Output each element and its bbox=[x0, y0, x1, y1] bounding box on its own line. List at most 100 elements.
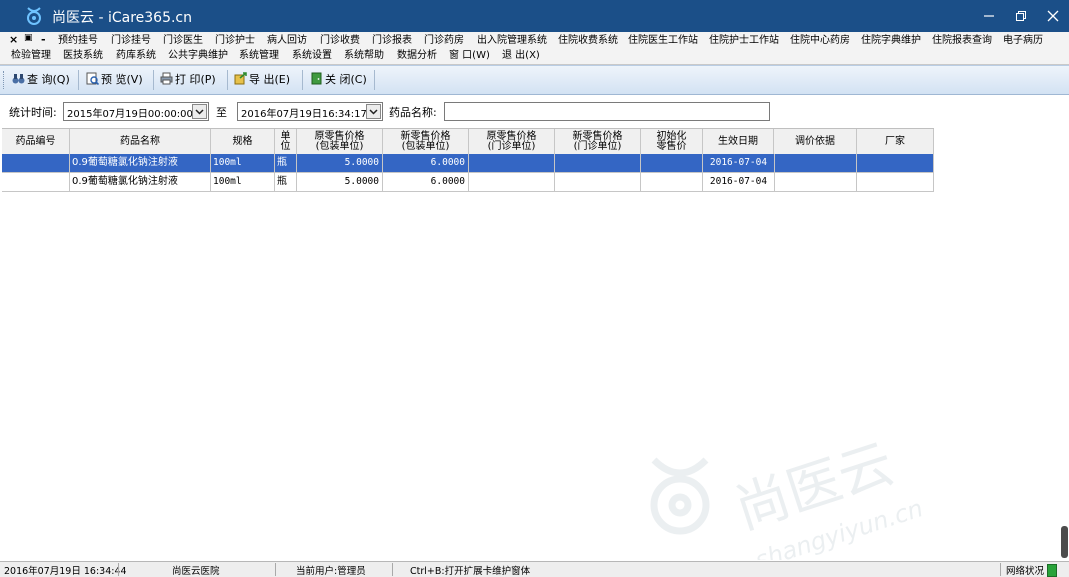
export-button[interactable]: 导 出(E) bbox=[234, 70, 290, 90]
menu-item[interactable]: 门诊护士 bbox=[215, 33, 255, 48]
cell-drug-code bbox=[2, 154, 70, 172]
restore-icon bbox=[1016, 11, 1026, 21]
col-new-price-clinic[interactable]: 新零售价格 (门诊单位) bbox=[555, 129, 641, 154]
menu-item[interactable]: 数据分析 bbox=[397, 48, 437, 63]
cell-effective-date: 2016-07-04 bbox=[703, 154, 775, 172]
toolbar-separator bbox=[302, 70, 303, 90]
menu-item[interactable]: 退 出(X) bbox=[502, 48, 540, 63]
cell-unit: 瓶 bbox=[275, 154, 297, 172]
col-unit[interactable]: 单 位 bbox=[275, 129, 297, 154]
export-icon bbox=[234, 72, 247, 85]
query-button[interactable]: 查 询(Q) bbox=[12, 70, 70, 90]
col-manufacturer[interactable]: 厂家 bbox=[857, 129, 934, 154]
menu-item[interactable]: 住院字典维护 bbox=[861, 33, 921, 48]
menu-item[interactable]: 住院护士工作站 bbox=[709, 33, 779, 48]
status-hospital: 尚医云医院 bbox=[172, 566, 220, 577]
preview-button[interactable]: 预 览(V) bbox=[86, 70, 143, 90]
close-window-button[interactable]: 关 闭(C) bbox=[310, 70, 367, 90]
cell-spec: 100ml bbox=[211, 154, 275, 172]
watermark-logo: 尚医云 shangyiyun.cn bbox=[650, 431, 926, 560]
start-datetime-value: 2015年07月19日00:00:00 bbox=[67, 109, 193, 120]
cell-manufacturer bbox=[857, 173, 934, 191]
status-bar: 2016年07月19日 16:34:44 尚医云医院 当前用户:管理员 Ctrl… bbox=[0, 561, 1069, 577]
drug-name-input[interactable] bbox=[444, 102, 770, 121]
close-button[interactable] bbox=[1037, 0, 1069, 32]
cell-old-price-clinic bbox=[469, 173, 555, 191]
cell-old-price-clinic bbox=[469, 154, 555, 172]
table-row[interactable]: 0.9葡萄糖氯化钠注射液 100ml 瓶 5.0000 6.0000 2016-… bbox=[2, 173, 934, 192]
print-button[interactable]: 打 印(P) bbox=[160, 70, 216, 90]
end-dropdown-button[interactable] bbox=[366, 104, 381, 119]
col-initial-price[interactable]: 初始化 零售价 bbox=[641, 129, 703, 154]
end-datetime-value: 2016年07月19日16:34:17 bbox=[241, 109, 367, 120]
menu-item[interactable]: 检验管理 bbox=[11, 48, 51, 63]
menu-item[interactable]: 系统帮助 bbox=[344, 48, 384, 63]
start-dropdown-button[interactable] bbox=[192, 104, 207, 119]
maximize-button[interactable] bbox=[1005, 0, 1037, 32]
cell-basis bbox=[774, 154, 857, 172]
mdi-restore-icon[interactable]: ▣ bbox=[24, 33, 33, 43]
app-logo-icon bbox=[27, 7, 41, 25]
menu-item[interactable]: 住院中心药房 bbox=[790, 33, 850, 48]
to-label: 至 bbox=[216, 106, 227, 119]
status-separator bbox=[1000, 563, 1001, 576]
cell-drug-code bbox=[2, 173, 70, 191]
binoculars-icon bbox=[12, 74, 25, 84]
menu-item[interactable]: 出入院管理系统 bbox=[477, 33, 547, 48]
menu-item[interactable]: 窗 口(W) bbox=[449, 48, 490, 63]
preview-label: 预 览(V) bbox=[101, 73, 143, 86]
col-old-price-clinic[interactable]: 原零售价格 (门诊单位) bbox=[469, 129, 555, 154]
menu-item[interactable]: 公共字典维护 bbox=[168, 48, 228, 63]
cell-old-price-pack: 5.0000 bbox=[297, 173, 383, 191]
menu-item[interactable]: 住院收费系统 bbox=[558, 33, 618, 48]
cell-unit: 瓶 bbox=[275, 173, 297, 191]
menu-item[interactable]: 门诊挂号 bbox=[111, 33, 151, 48]
col-old-price-pack[interactable]: 原零售价格 (包装单位) bbox=[297, 129, 383, 154]
status-separator bbox=[118, 563, 119, 576]
col-drug-name[interactable]: 药品名称 bbox=[70, 129, 211, 154]
toolbar-grip[interactable] bbox=[3, 71, 7, 89]
menu-item[interactable]: 药库系统 bbox=[116, 48, 156, 63]
menu-item[interactable]: 门诊报表 bbox=[372, 33, 412, 48]
menu-item[interactable]: 病人回访 bbox=[267, 33, 307, 48]
menu-item[interactable]: 系统管理 bbox=[239, 48, 279, 63]
stat-time-label: 统计时间: bbox=[9, 106, 57, 119]
menu-item[interactable]: 电子病历 bbox=[1003, 33, 1043, 48]
chevron-down-icon bbox=[195, 109, 204, 115]
menu-item[interactable]: 系统设置 bbox=[292, 48, 332, 63]
menu-bar: × ▣ - 预约挂号 门诊挂号 门诊医生 门诊护士 病人回访 门诊收费 门诊报表… bbox=[0, 32, 1069, 65]
mdi-minimize-icon[interactable]: - bbox=[41, 33, 46, 46]
cell-old-price-pack: 5.0000 bbox=[297, 154, 383, 172]
table-row[interactable]: 0.9葡萄糖氯化钠注射液 100ml 瓶 5.0000 6.0000 2016-… bbox=[2, 154, 934, 173]
col-spec[interactable]: 规格 bbox=[211, 129, 275, 154]
table-header: 药品编号 药品名称 规格 单 位 原零售价格 (包装单位) 新零售价格 (包装单… bbox=[2, 128, 934, 155]
cell-initial-price bbox=[641, 154, 703, 172]
print-label: 打 印(P) bbox=[175, 73, 216, 86]
title-bar: 尚医云 - iCare365.cn bbox=[0, 0, 1069, 32]
status-datetime: 2016年07月19日 16:34:44 bbox=[4, 566, 127, 577]
chevron-down-icon bbox=[369, 109, 378, 115]
menu-item[interactable]: 门诊药房 bbox=[424, 33, 464, 48]
col-basis[interactable]: 调价依据 bbox=[774, 129, 857, 154]
cell-effective-date: 2016-07-04 bbox=[703, 173, 775, 191]
status-hint: Ctrl+B:打开扩展卡维护窗体 bbox=[410, 566, 531, 577]
col-effective-date[interactable]: 生效日期 bbox=[703, 129, 774, 154]
cell-spec: 100ml bbox=[211, 173, 275, 191]
close-window-label: 关 闭(C) bbox=[325, 73, 367, 86]
menu-item[interactable]: 门诊收费 bbox=[320, 33, 360, 48]
end-datetime-picker[interactable]: 2016年07月19日16:34:17 bbox=[237, 102, 383, 121]
mdi-close-icon[interactable]: × bbox=[9, 33, 18, 46]
toolbar-separator bbox=[153, 70, 154, 90]
menu-item[interactable]: 医技系统 bbox=[63, 48, 103, 63]
scroll-handle[interactable] bbox=[1061, 526, 1068, 558]
minimize-button[interactable] bbox=[973, 0, 1005, 32]
menu-item[interactable]: 门诊医生 bbox=[163, 33, 203, 48]
query-label: 查 询(Q) bbox=[27, 73, 70, 86]
start-datetime-picker[interactable]: 2015年07月19日00:00:00 bbox=[63, 102, 209, 121]
col-drug-code[interactable]: 药品编号 bbox=[2, 129, 70, 154]
menu-item[interactable]: 住院报表查询 bbox=[932, 33, 992, 48]
menu-item[interactable]: 预约挂号 bbox=[58, 33, 98, 48]
status-separator bbox=[392, 563, 393, 576]
col-new-price-pack[interactable]: 新零售价格 (包装单位) bbox=[383, 129, 469, 154]
menu-item[interactable]: 住院医生工作站 bbox=[628, 33, 698, 48]
